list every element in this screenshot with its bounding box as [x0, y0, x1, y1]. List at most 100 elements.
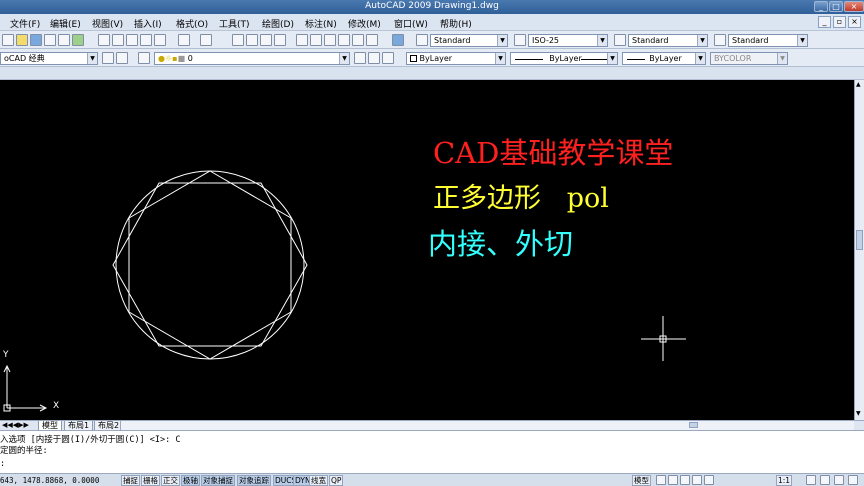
maximize-button[interactable]: □: [829, 1, 843, 12]
plot-preview-icon[interactable]: [58, 34, 70, 46]
menu-file[interactable]: 文件(F): [10, 17, 40, 30]
grid-toggle[interactable]: 栅格: [141, 475, 160, 486]
annotation-visibility-icon[interactable]: [806, 475, 816, 485]
markup-icon[interactable]: [352, 34, 364, 46]
drawing-area[interactable]: Y X CAD基础教学课堂 正多边形 pol 内接、外切: [0, 80, 854, 420]
help-icon[interactable]: [392, 34, 404, 46]
vertical-scroll-thumb[interactable]: [856, 230, 863, 250]
chevron-down-icon: ▼: [497, 35, 507, 46]
menu-edit[interactable]: 编辑(E): [50, 17, 81, 30]
publish-icon[interactable]: [72, 34, 84, 46]
cut-icon[interactable]: [98, 34, 110, 46]
pan-icon[interactable]: [232, 34, 244, 46]
lineweight-toggle[interactable]: 线宽: [309, 475, 328, 486]
ortho-toggle[interactable]: 正交: [161, 475, 180, 486]
circumscribed-hexagon[interactable]: [112, 182, 308, 347]
menu-format[interactable]: 格式(O): [176, 17, 208, 30]
zoom-window-icon[interactable]: [260, 34, 272, 46]
status-tray-settings-icon[interactable]: [834, 475, 844, 485]
text-style-select[interactable]: Standard ▼: [430, 34, 508, 47]
paste-icon[interactable]: [126, 34, 138, 46]
scroll-down-icon[interactable]: ▼: [856, 410, 861, 417]
doc-close-button[interactable]: ×: [848, 16, 861, 28]
menu-bar: 文件(F) 编辑(E) 视图(V) 插入(I) 格式(O) 工具(T) 绘图(D…: [0, 14, 864, 31]
snap-toggle[interactable]: 捕捉: [121, 475, 140, 486]
coordinate-readout[interactable]: 643, 1478.8868, 0.0000: [0, 476, 99, 485]
layer-previous-icon[interactable]: [368, 52, 380, 64]
text-style-value: Standard: [434, 36, 471, 45]
copy-icon[interactable]: [112, 34, 124, 46]
pan-icon[interactable]: [668, 475, 678, 485]
menu-dimension[interactable]: 标注(N): [305, 17, 337, 30]
sheet-set-icon[interactable]: [338, 34, 350, 46]
layout-view-icon[interactable]: [656, 475, 666, 485]
menu-draw[interactable]: 绘图(D): [262, 17, 294, 30]
scroll-up-icon[interactable]: ▲: [856, 81, 861, 88]
dim-style-select[interactable]: ISO-25 ▼: [528, 34, 608, 47]
linetype-control-select[interactable]: ByLayer ▼: [510, 52, 618, 65]
crosshair-cursor: [641, 316, 686, 361]
lock-icon[interactable]: [820, 475, 830, 485]
otrack-toggle[interactable]: 对象追踪: [237, 475, 271, 486]
workspace-gear-icon[interactable]: [116, 52, 128, 64]
table-style-select[interactable]: Standard ▼: [628, 34, 708, 47]
layer-select[interactable]: ●☼▪■ 0 ▼: [154, 52, 350, 65]
zoom-previous-icon[interactable]: [274, 34, 286, 46]
color-control-select[interactable]: ByLayer ▼: [406, 52, 506, 65]
qnew-icon[interactable]: [2, 34, 14, 46]
minimize-button[interactable]: _: [814, 1, 828, 12]
zoom-realtime-icon[interactable]: [246, 34, 258, 46]
zoom-icon[interactable]: [680, 475, 690, 485]
text-style-icon: [416, 34, 428, 46]
linetype-value: ByLayer: [549, 54, 582, 63]
horizontal-scroll-thumb[interactable]: [689, 422, 698, 428]
tab-nav-icon[interactable]: ◀◀◀▶▶: [2, 421, 29, 430]
base-circle[interactable]: [115, 170, 305, 360]
chevron-down-icon: ▼: [777, 53, 787, 64]
close-button[interactable]: ×: [844, 1, 864, 12]
inscribed-hexagon[interactable]: [128, 170, 292, 360]
vertical-scrollbar[interactable]: ▲ ▼: [854, 80, 864, 420]
command-prompt[interactable]: :: [0, 459, 5, 469]
properties-icon[interactable]: [296, 34, 308, 46]
drawing-svg: [3, 170, 686, 412]
workspace-select[interactable]: oCAD 经典 ▼: [0, 52, 98, 65]
horizontal-scrollbar[interactable]: [120, 421, 854, 430]
open-icon[interactable]: [16, 34, 28, 46]
save-icon[interactable]: [30, 34, 42, 46]
plot-icon[interactable]: [44, 34, 56, 46]
doc-minimize-button[interactable]: _: [818, 16, 831, 28]
menu-modify[interactable]: 修改(M): [348, 17, 381, 30]
plotstyle-control-select[interactable]: BYCOLOR ▼: [710, 52, 788, 65]
quick-properties-toggle[interactable]: QP: [329, 475, 344, 486]
lineweight-control-select[interactable]: ByLayer ▼: [622, 52, 706, 65]
polar-toggle[interactable]: 极轴: [181, 475, 200, 486]
make-object-layer-current-icon[interactable]: [354, 52, 366, 64]
multileader-style-select[interactable]: Standard ▼: [728, 34, 808, 47]
design-center-icon[interactable]: [310, 34, 322, 46]
menu-help[interactable]: 帮助(H): [440, 17, 472, 30]
annotation-scale[interactable]: 1:1: [776, 475, 793, 486]
menu-view[interactable]: 视图(V): [92, 17, 123, 30]
redo-icon[interactable]: [200, 34, 212, 46]
command-window[interactable]: 入选项 [内接于圆(I)/外切于圆(C)] <I>: C 定圆的半径: :: [0, 430, 864, 473]
menu-window[interactable]: 窗口(W): [394, 17, 428, 30]
menu-tools[interactable]: 工具(T): [219, 17, 250, 30]
workspace-settings-icon[interactable]: [102, 52, 114, 64]
clean-screen-icon[interactable]: [848, 475, 858, 485]
tool-palettes-icon[interactable]: [324, 34, 336, 46]
layer-state-icon[interactable]: [382, 52, 394, 64]
quickcalc-icon[interactable]: [366, 34, 378, 46]
menu-insert[interactable]: 插入(I): [134, 17, 162, 30]
showmotion-icon[interactable]: [704, 475, 714, 485]
layer-manager-icon[interactable]: [138, 52, 150, 64]
steeringwheel-icon[interactable]: [692, 475, 702, 485]
osnap-toggle[interactable]: 对象捕捉: [201, 475, 235, 486]
chevron-down-icon: ▼: [695, 53, 705, 64]
undo-icon[interactable]: [178, 34, 190, 46]
model-space-toggle[interactable]: 模型: [632, 475, 651, 486]
block-editor-icon[interactable]: [154, 34, 166, 46]
match-properties-icon[interactable]: [140, 34, 152, 46]
table-style-value: Standard: [632, 36, 669, 45]
doc-restore-button[interactable]: ▫: [833, 16, 846, 28]
